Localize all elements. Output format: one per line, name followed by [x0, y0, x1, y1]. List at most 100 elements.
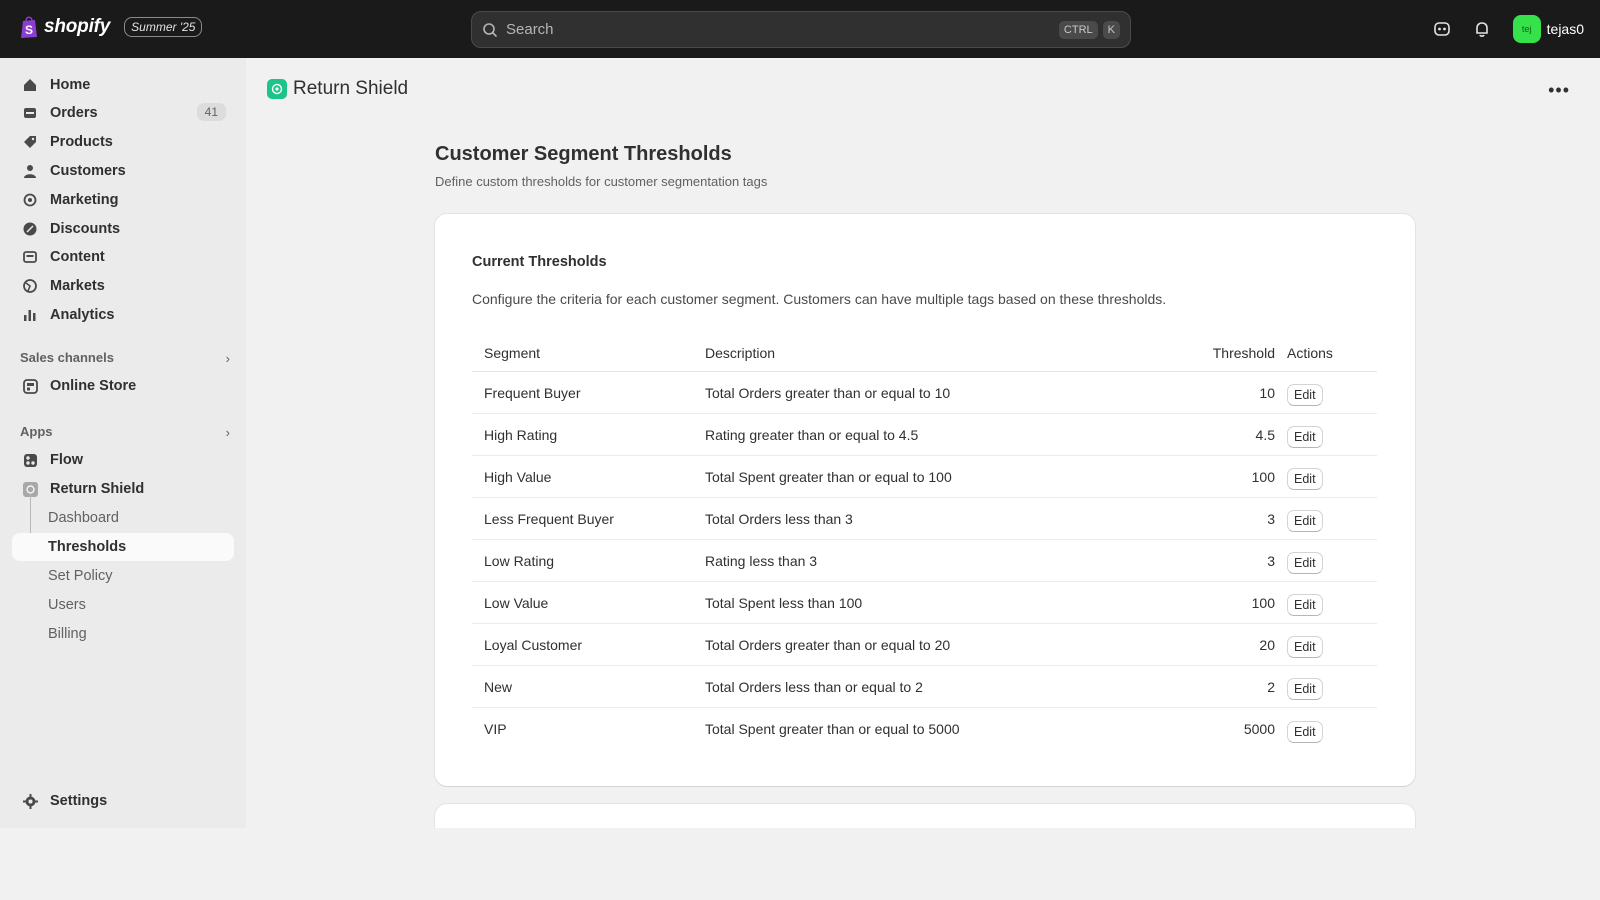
edit-button[interactable]: Edit	[1287, 594, 1323, 616]
description-cell: Total Orders less than 3	[705, 510, 853, 527]
svg-text:S: S	[25, 23, 33, 37]
segment-cell: High Value	[484, 468, 552, 485]
sidebar-item-label: Products	[50, 134, 113, 150]
chevron-right-icon: ›	[225, 351, 230, 366]
bottom-area	[0, 828, 1600, 900]
top-actions: tej tejas0	[1433, 15, 1584, 43]
sidebar-item-label: Content	[50, 249, 105, 265]
sidebar-item-label: Settings	[50, 793, 108, 809]
description-cell: Rating greater than or equal to 4.5	[705, 426, 919, 443]
threshold-cell: 10	[1259, 384, 1275, 401]
sidebar-item-label: Orders	[50, 105, 98, 121]
avatar: tej	[1512, 15, 1541, 43]
sidebar-item-label: Home	[50, 77, 91, 93]
table-row: Loyal Customer Total Orders greater than…	[472, 624, 1377, 666]
description-cell: Total Spent less than 100	[705, 594, 863, 611]
sidebar-item-orders[interactable]: Orders 41	[12, 99, 234, 127]
sidebar-item-content[interactable]: Content	[12, 243, 234, 271]
sidebar-item-markets[interactable]: Markets	[12, 272, 234, 300]
sidebar-item-label: Discounts	[50, 221, 121, 237]
sidebar-item-analytics[interactable]: Analytics	[12, 301, 234, 329]
page-header-title: Return Shield	[293, 78, 409, 99]
bell-icon[interactable]	[1473, 20, 1491, 38]
more-actions-icon[interactable]: •••	[1548, 80, 1570, 101]
sidebar-item-products[interactable]: Products	[12, 128, 234, 156]
sub-item-dashboard[interactable]: Dashboard	[12, 504, 234, 532]
edit-button[interactable]: Edit	[1287, 636, 1323, 658]
tag-icon	[22, 134, 38, 150]
sidebar-item-flow[interactable]: Flow	[12, 446, 234, 474]
sub-item-thresholds[interactable]: Thresholds	[12, 533, 234, 561]
orders-icon	[22, 105, 38, 121]
bar-chart-icon	[22, 307, 38, 323]
sub-item-billing[interactable]: Billing	[12, 620, 234, 648]
sub-item-set-policy[interactable]: Set Policy	[12, 562, 234, 590]
sales-channels-heading[interactable]: Sales channels ›	[20, 350, 232, 366]
username: tejas0	[1546, 21, 1584, 37]
return-shield-app-icon	[267, 79, 287, 99]
sidebar-item-label: Analytics	[50, 307, 115, 323]
sidebar-item-settings[interactable]: Settings	[12, 787, 234, 815]
sidebar-item-discounts[interactable]: Discounts	[12, 215, 234, 243]
edit-button[interactable]: Edit	[1287, 468, 1323, 490]
shopify-logo[interactable]: S shopify Summer '25	[20, 15, 203, 39]
segment-cell: VIP	[484, 721, 507, 737]
segment-cell: High Rating	[484, 426, 558, 443]
threshold-cell: 20	[1259, 636, 1275, 653]
shortcut-ctrl: CTRL	[1058, 20, 1098, 39]
sidebar-item-label: Markets	[50, 278, 105, 294]
apps-heading[interactable]: Apps ›	[20, 424, 232, 440]
sidebar-item-customers[interactable]: Customers	[12, 157, 234, 185]
sidebar-item-label: Marketing	[50, 192, 119, 208]
chevron-right-icon: ›	[225, 425, 230, 440]
sidebar-item-marketing[interactable]: Marketing	[12, 186, 234, 214]
sidebar-item-home[interactable]: Home	[12, 71, 234, 99]
thresholds-table: Segment Description Threshold Actions Fr…	[472, 334, 1377, 750]
segment-cell: Less Frequent Buyer	[484, 510, 614, 527]
description-cell: Rating less than 3	[705, 552, 818, 569]
table-row: Less Frequent Buyer Total Orders less th…	[472, 498, 1377, 540]
card-description: Configure the criteria for each customer…	[472, 291, 1167, 307]
edit-button[interactable]: Edit	[1287, 678, 1323, 700]
threshold-cell: 3	[1267, 552, 1275, 569]
segment-cell: Low Rating	[484, 552, 555, 569]
sidebar-item-online-store[interactable]: Online Store	[12, 372, 234, 400]
edit-button[interactable]: Edit	[1287, 552, 1323, 574]
person-icon	[22, 163, 38, 179]
edit-button[interactable]: Edit	[1287, 426, 1323, 448]
page-title: Customer Segment Thresholds	[435, 143, 732, 165]
column-header-actions: Actions	[1287, 344, 1333, 361]
search-bar[interactable]: Search CTRL K	[471, 11, 1131, 48]
edit-button[interactable]: Edit	[1287, 720, 1323, 743]
edit-button[interactable]: Edit	[1287, 510, 1323, 532]
table-row: Low Rating Rating less than 3 3 Edit	[472, 540, 1377, 582]
description-cell: Total Orders greater than or equal to 20	[705, 636, 951, 653]
edit-button[interactable]: Edit	[1287, 384, 1323, 406]
sidebar-item-label: Flow	[50, 452, 84, 468]
shopify-bag-icon: S	[21, 16, 37, 38]
edition-badge[interactable]: Summer '25	[124, 17, 203, 37]
shortcut-k: K	[1102, 20, 1120, 39]
threshold-cell: 100	[1251, 594, 1275, 611]
threshold-cell: 2	[1267, 678, 1275, 695]
sub-item-users[interactable]: Users	[12, 591, 234, 619]
sidebar-item-label: Return Shield	[50, 481, 145, 497]
segment-cell: Low Value	[484, 594, 549, 611]
table-row: VIP Total Spent greater than or equal to…	[472, 708, 1377, 750]
globe-icon	[22, 278, 38, 294]
sidebar-item-label: Online Store	[50, 378, 137, 394]
column-header-threshold: Threshold	[1212, 344, 1275, 361]
page-header: Return Shield	[267, 78, 408, 100]
column-header-description: Description	[705, 344, 776, 361]
user-menu[interactable]: tej tejas0	[1512, 15, 1584, 43]
content-icon	[22, 249, 38, 265]
target-icon	[22, 192, 38, 208]
sidebar-item-return-shield[interactable]: Return Shield	[12, 475, 234, 503]
table-row: Frequent Buyer Total Orders greater than…	[472, 372, 1377, 414]
description-cell: Total Orders greater than or equal to 10	[705, 384, 951, 401]
card-title: Current Thresholds	[472, 254, 607, 270]
segment-cell: New	[484, 678, 513, 695]
segment-cell: Frequent Buyer	[484, 384, 581, 401]
sidekick-icon[interactable]	[1433, 20, 1451, 38]
top-bar: S shopify Summer '25 Search CTRL K tej t…	[0, 0, 1600, 58]
